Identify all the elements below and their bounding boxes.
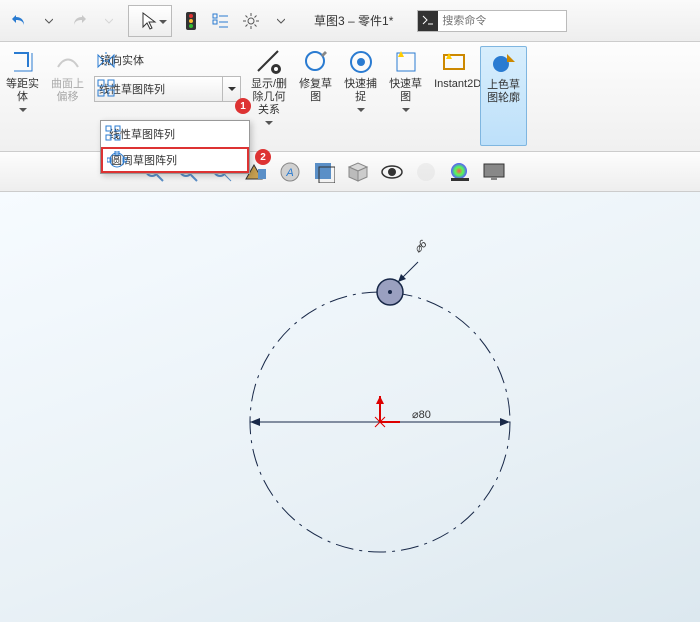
offset-icon: [9, 48, 37, 76]
display-style-icon[interactable]: [310, 158, 338, 186]
linear-pattern-icon: [97, 79, 119, 99]
svg-text:A: A: [285, 167, 293, 179]
surface-offset-icon: [54, 48, 82, 76]
redo-dropdown: [95, 7, 123, 35]
view-orientation-icon[interactable]: A: [276, 158, 304, 186]
dimension-label-big: ⌀80: [412, 408, 431, 421]
list-icon[interactable]: [207, 7, 235, 35]
mirror-entities-button[interactable]: 镜向实体: [94, 48, 241, 72]
document-title: 草图3 – 零件1*: [314, 12, 393, 29]
mirror-icon: [96, 51, 116, 69]
undo-icon[interactable]: [5, 7, 33, 35]
relations-icon: [255, 48, 283, 76]
terminal-icon: [418, 11, 438, 31]
gear-dropdown[interactable]: [267, 7, 295, 35]
repair-sketch-button[interactable]: 修复草 图: [293, 46, 338, 146]
instant2d-button[interactable]: Instant2D: [428, 46, 480, 146]
graphics-area[interactable]: ⌀6 ⌀80: [0, 192, 700, 622]
linear-pattern-icon: [105, 125, 125, 143]
traffic-light-icon[interactable]: [177, 7, 205, 35]
undo-dropdown[interactable]: [35, 7, 63, 35]
sketch-drawing: [0, 192, 700, 622]
rapid-sketch-icon: [392, 48, 420, 76]
eye-icon[interactable]: [378, 158, 406, 186]
instant2d-icon: [440, 48, 468, 76]
search-input[interactable]: [438, 15, 558, 27]
scene-icon: [412, 158, 440, 186]
offset-entities-button[interactable]: 等距实 体: [0, 46, 45, 146]
appearance-icon[interactable]: [446, 158, 474, 186]
shaded-sketch-button[interactable]: 上色草 图轮廓: [480, 46, 527, 146]
pattern-dropdown-caret[interactable]: [222, 77, 240, 101]
repair-icon: [302, 48, 330, 76]
screen-icon[interactable]: [480, 158, 508, 186]
callout-2: 2: [255, 149, 271, 165]
hide-show-icon[interactable]: [344, 158, 372, 186]
gear-icon[interactable]: [237, 7, 265, 35]
rapid-sketch-button[interactable]: 快速草 图: [383, 46, 428, 146]
select-tool[interactable]: [128, 5, 172, 37]
shaded-icon: [490, 49, 518, 77]
redo-icon: [65, 7, 93, 35]
surface-offset-button: 曲面上 偏移: [45, 46, 90, 146]
snap-icon: [347, 48, 375, 76]
display-delete-relations-button[interactable]: 显示/删 除几何 关系: [245, 46, 293, 146]
dropdown-circular-pattern[interactable]: 圆周草图阵列: [101, 147, 249, 173]
circular-pattern-icon: [107, 151, 127, 169]
quick-snap-button[interactable]: 快速捕 捉: [338, 46, 383, 146]
dropdown-linear-pattern[interactable]: 线性草图阵列: [101, 121, 249, 147]
linear-pattern-button[interactable]: 线性草图阵列: [94, 76, 241, 102]
pattern-dropdown-menu: 线性草图阵列 圆周草图阵列 2: [100, 120, 250, 174]
command-search[interactable]: [417, 10, 567, 32]
